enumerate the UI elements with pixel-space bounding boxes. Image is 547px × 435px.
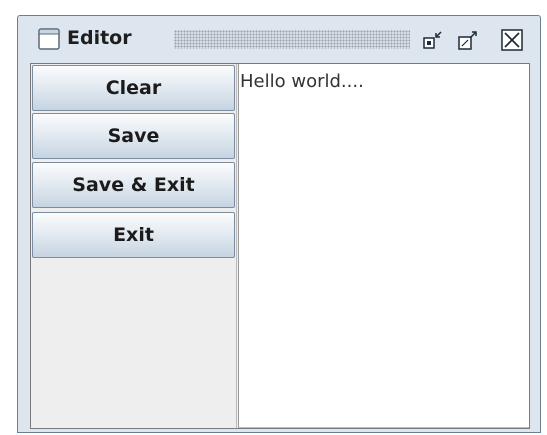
window-title: Editor [67, 27, 132, 49]
editor-window: Editor Clear Save Save & Exit Exit Hello… [17, 15, 541, 433]
editor-text-area[interactable]: Hello world.... [238, 64, 529, 428]
minimize-icon[interactable] [421, 28, 445, 52]
title-bar[interactable]: Editor [20, 18, 538, 60]
exit-button[interactable]: Exit [32, 212, 235, 258]
title-bar-texture [174, 30, 410, 49]
save-button[interactable]: Save [32, 113, 235, 159]
maximize-icon[interactable] [456, 28, 480, 52]
button-panel: Clear Save Save & Exit Exit [31, 64, 237, 428]
save-and-exit-button[interactable]: Save & Exit [32, 162, 235, 208]
window-icon [38, 28, 60, 50]
close-icon[interactable] [500, 28, 524, 52]
clear-button[interactable]: Clear [32, 65, 235, 111]
content-pane: Clear Save Save & Exit Exit Hello world.… [30, 63, 530, 429]
